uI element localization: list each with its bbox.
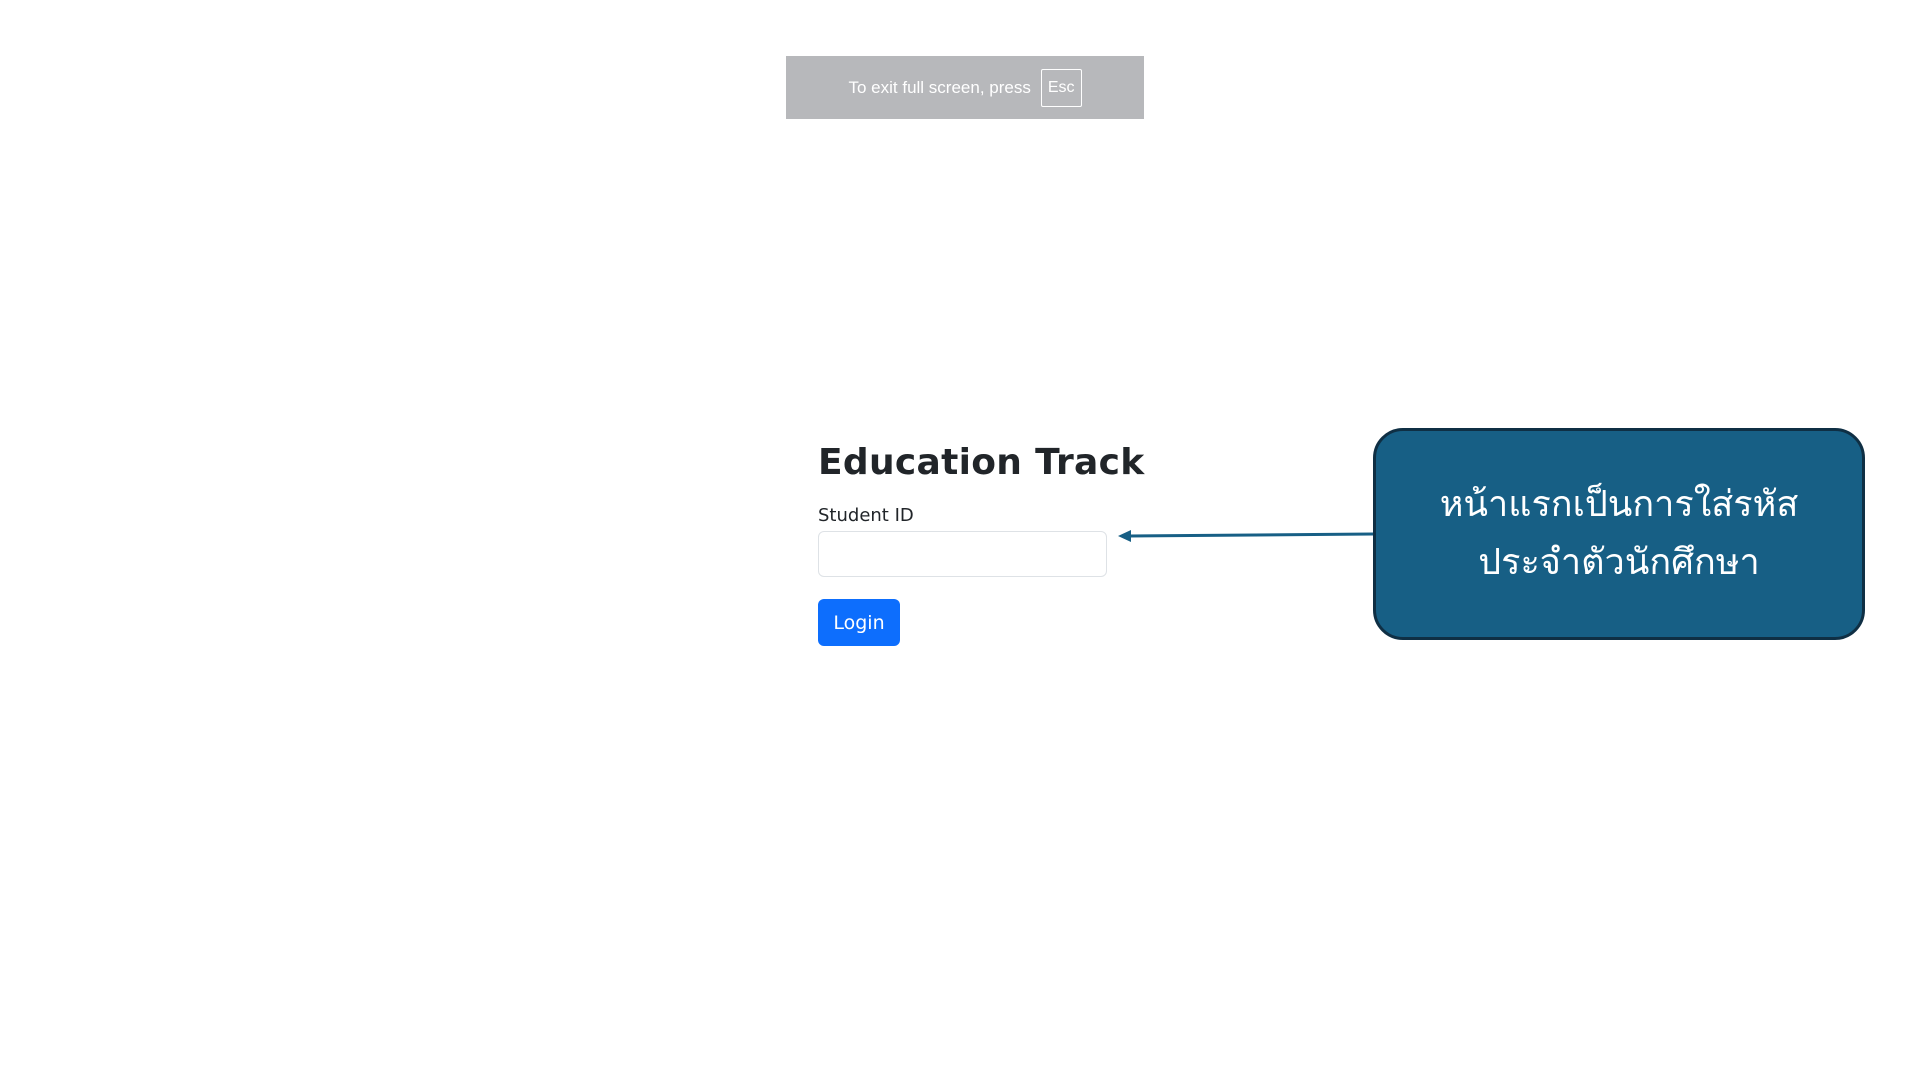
callout-line-1: หน้าแรกเป็นการใส่รหัส: [1439, 484, 1799, 526]
page: To exit full screen, press Esc Education…: [0, 0, 1919, 1079]
callout-line-2: ประจำตัวนักศึกษา: [1478, 542, 1760, 583]
annotation-callout: หน้าแรกเป็นการใส่รหัส ประจำตัวนักศึกษา: [1373, 428, 1865, 640]
login-button[interactable]: Login: [818, 599, 900, 646]
page-title: Education Track: [818, 442, 1145, 483]
student-id-input[interactable]: [818, 531, 1107, 577]
fullscreen-notice-text: To exit full screen, press: [848, 77, 1031, 97]
fullscreen-exit-notice: To exit full screen, press Esc: [786, 56, 1144, 119]
esc-key-hint: Esc: [1040, 68, 1082, 107]
student-id-label: Student ID: [818, 505, 914, 526]
